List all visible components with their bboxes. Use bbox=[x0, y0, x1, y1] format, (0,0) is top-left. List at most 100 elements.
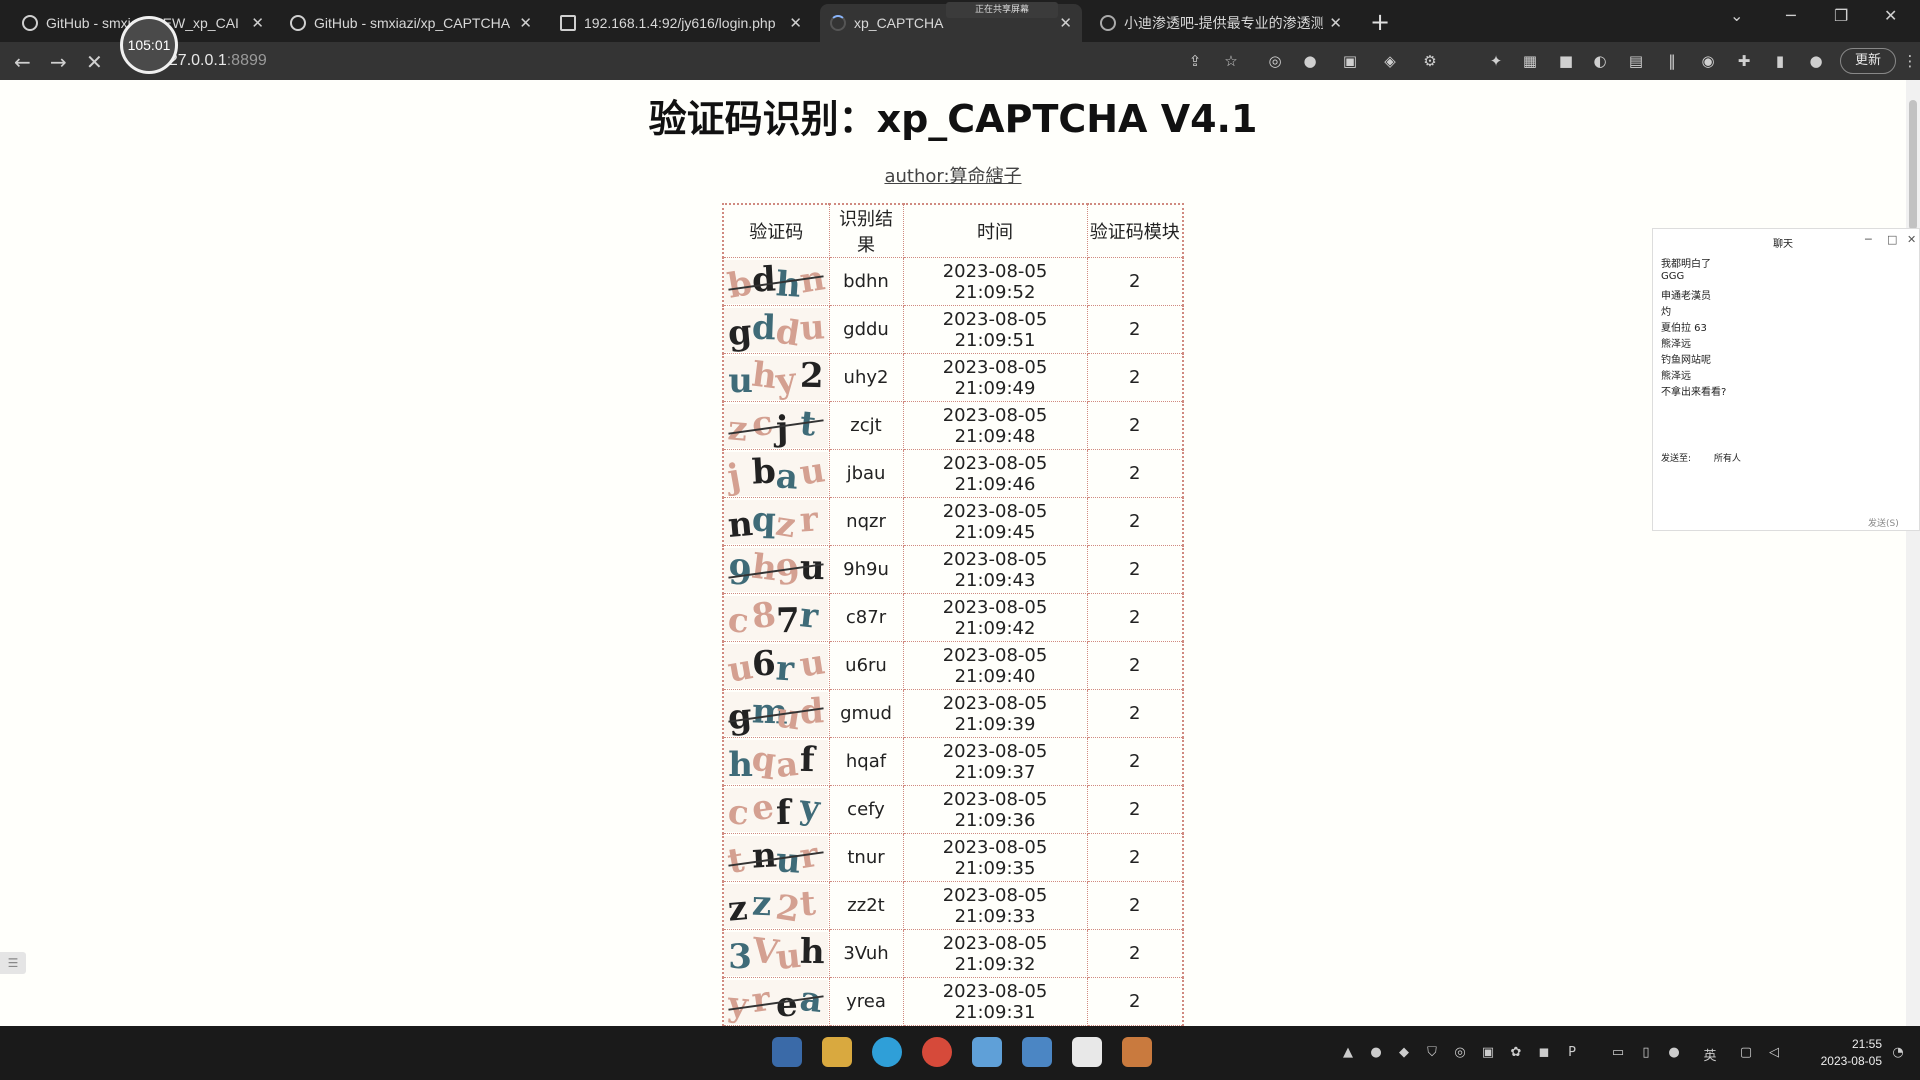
bookmark-star-icon[interactable]: ☆ bbox=[1221, 51, 1241, 71]
extension-icon[interactable]: ▣ bbox=[1340, 51, 1360, 71]
network-icon[interactable]: ▢ bbox=[1738, 1045, 1754, 1061]
captcha-module: 2 bbox=[1086, 401, 1184, 450]
sidebar-icon[interactable]: ▮ bbox=[1770, 51, 1790, 71]
app-icon[interactable] bbox=[1072, 1037, 1102, 1067]
chat-recipient[interactable]: 发送至: 所有人 bbox=[1661, 451, 1741, 464]
file-explorer-icon[interactable] bbox=[822, 1037, 852, 1067]
monitor-icon[interactable]: ▭ bbox=[1610, 1045, 1626, 1061]
page-scrollbar[interactable] bbox=[1906, 80, 1920, 1026]
extension-icon[interactable]: ✦ bbox=[1486, 51, 1506, 71]
maximize-icon[interactable]: □ bbox=[1887, 233, 1897, 246]
extension-icon[interactable]: ◉ bbox=[1698, 51, 1718, 71]
stop-loading-icon[interactable]: ✕ bbox=[86, 50, 103, 74]
new-tab-plus-icon[interactable]: + bbox=[1370, 8, 1390, 36]
close-icon[interactable]: ✕ bbox=[519, 14, 532, 32]
chrome-browser-icon[interactable] bbox=[922, 1037, 952, 1067]
address-bar[interactable]: 127.0.0.1:8899 bbox=[160, 47, 1160, 75]
recognition-result: tnur bbox=[828, 833, 904, 882]
recognition-time: 2023-08-05 21:09:31 bbox=[902, 977, 1088, 1026]
chat-message: 熊泽远 bbox=[1661, 339, 1691, 350]
app-icon[interactable] bbox=[972, 1037, 1002, 1067]
table-header-row: 验证码 识别结果 时间 验证码模块 bbox=[722, 203, 1184, 258]
close-window-icon[interactable]: ✕ bbox=[1884, 6, 1897, 25]
chevron-down-icon[interactable]: ⌄ bbox=[1730, 6, 1743, 25]
extension-icon[interactable]: ■ bbox=[1556, 51, 1576, 71]
profile-icon[interactable]: ● bbox=[1806, 51, 1826, 71]
java-icon[interactable] bbox=[1122, 1037, 1152, 1067]
minimize-icon[interactable]: ─ bbox=[1786, 6, 1796, 25]
author-link[interactable]: author:算命縖子 bbox=[0, 162, 1906, 188]
captcha-image: zz2t bbox=[724, 883, 829, 928]
tray-icon[interactable]: ✿ bbox=[1508, 1045, 1524, 1061]
extension-icon[interactable]: ◐ bbox=[1590, 51, 1610, 71]
app-icon[interactable] bbox=[1022, 1037, 1052, 1067]
extension-icon[interactable]: ◈ bbox=[1380, 51, 1400, 71]
tray-icon[interactable]: ◼ bbox=[1536, 1045, 1552, 1061]
github-icon bbox=[290, 15, 306, 31]
tray-icon[interactable]: ◎ bbox=[1452, 1045, 1468, 1061]
captcha-image-cell: zcjt bbox=[722, 401, 830, 450]
recognition-time: 2023-08-05 21:09:43 bbox=[902, 545, 1088, 594]
close-icon[interactable]: ✕ bbox=[1329, 14, 1342, 32]
ime-indicator[interactable]: 英 bbox=[1702, 1045, 1718, 1064]
chat-send-button[interactable]: 发送(S) bbox=[1868, 516, 1899, 529]
tray-icon[interactable]: P bbox=[1564, 1045, 1580, 1061]
extension-icon[interactable]: ▦ bbox=[1520, 51, 1540, 71]
url-port: :8899 bbox=[226, 52, 267, 69]
scrollbar-thumb[interactable] bbox=[1909, 100, 1917, 230]
menu-kebab-icon[interactable]: ⋮ bbox=[1900, 51, 1920, 71]
share-icon[interactable]: ⇪ bbox=[1185, 51, 1205, 71]
volume-icon[interactable]: ◁ bbox=[1766, 1045, 1782, 1061]
captcha-image: tnur bbox=[724, 835, 829, 880]
close-icon[interactable]: ✕ bbox=[789, 14, 802, 32]
captcha-image-cell: jbau bbox=[722, 449, 830, 498]
update-button[interactable]: 更新 bbox=[1840, 48, 1896, 74]
tab-github-xp-captcha[interactable]: GitHub - smxiazi/xp_CAPTCHA ✕ bbox=[280, 4, 542, 42]
system-clock[interactable]: 21:55 2023-08-05 bbox=[1800, 1036, 1882, 1070]
captcha-module: 2 bbox=[1086, 257, 1184, 306]
edge-browser-icon[interactable] bbox=[872, 1037, 902, 1067]
tray-icon[interactable]: ◆ bbox=[1396, 1045, 1412, 1061]
tray-icon[interactable]: ● bbox=[1368, 1045, 1384, 1061]
captcha-image: 3Vuh bbox=[724, 931, 829, 976]
tray-icon[interactable]: ▲ bbox=[1340, 1045, 1356, 1061]
close-icon[interactable]: ✕ bbox=[251, 14, 264, 32]
chat-to-value[interactable]: 所有人 bbox=[1714, 454, 1741, 464]
captcha-image: c87r bbox=[724, 595, 829, 640]
extension-icon[interactable]: ◎ bbox=[1265, 51, 1285, 71]
page-icon bbox=[560, 15, 576, 31]
extension-icon[interactable]: ‖ bbox=[1662, 51, 1682, 71]
captcha-module: 2 bbox=[1086, 689, 1184, 738]
captcha-image-cell: cefy bbox=[722, 785, 830, 834]
tab-xiaodi[interactable]: 小迪渗透吧-提供最专业的渗透测 ✕ bbox=[1090, 4, 1352, 42]
restore-icon[interactable]: ❐ bbox=[1834, 6, 1848, 25]
table-row: t n u r tnur 2023-08-05 21:09:35 2 bbox=[722, 833, 1184, 882]
table-row: g m u d gmud 2023-08-05 21:09:39 2 bbox=[722, 689, 1184, 738]
minimize-icon[interactable]: ─ bbox=[1865, 233, 1872, 246]
microphone-icon[interactable]: ● bbox=[1666, 1045, 1682, 1061]
table-row: y r e a yrea 2023-08-05 21:09:31 2 bbox=[722, 977, 1184, 1026]
header-time: 时间 bbox=[902, 203, 1088, 258]
table-row: h q a f hqaf 2023-08-05 21:09:37 2 bbox=[722, 737, 1184, 786]
shield-icon[interactable]: ⛉ bbox=[1424, 1045, 1440, 1061]
notification-icon[interactable]: ◔ bbox=[1890, 1045, 1906, 1061]
captcha-image: u6ru bbox=[724, 643, 829, 688]
recognition-time: 2023-08-05 21:09:45 bbox=[902, 497, 1088, 546]
recognition-time: 2023-08-05 21:09:33 bbox=[902, 881, 1088, 930]
task-view-icon[interactable] bbox=[772, 1037, 802, 1067]
tray-icon[interactable]: ▣ bbox=[1480, 1045, 1496, 1061]
battery-icon[interactable]: ▯ bbox=[1638, 1045, 1654, 1061]
mic-icon[interactable]: ● bbox=[1300, 51, 1320, 71]
forward-arrow-icon[interactable]: → bbox=[50, 50, 67, 74]
table-row: 3 Vu h 3Vuh 2023-08-05 21:09:32 2 bbox=[722, 929, 1184, 978]
extension-icon[interactable]: ▤ bbox=[1626, 51, 1646, 71]
table-row: g d d u gddu 2023-08-05 21:09:51 2 bbox=[722, 305, 1184, 354]
extension-icon[interactable]: ⚙ bbox=[1420, 51, 1440, 71]
close-icon[interactable]: ✕ bbox=[1059, 14, 1072, 32]
floating-tool-icon[interactable]: ☰ bbox=[0, 952, 26, 974]
captcha-module: 2 bbox=[1086, 305, 1184, 354]
back-arrow-icon[interactable]: ← bbox=[14, 50, 31, 74]
tab-login-php[interactable]: 192.168.1.4:92/jy616/login.php ✕ bbox=[550, 4, 812, 42]
close-icon[interactable]: ✕ bbox=[1907, 233, 1916, 246]
puzzle-icon[interactable]: ✚ bbox=[1734, 51, 1754, 71]
